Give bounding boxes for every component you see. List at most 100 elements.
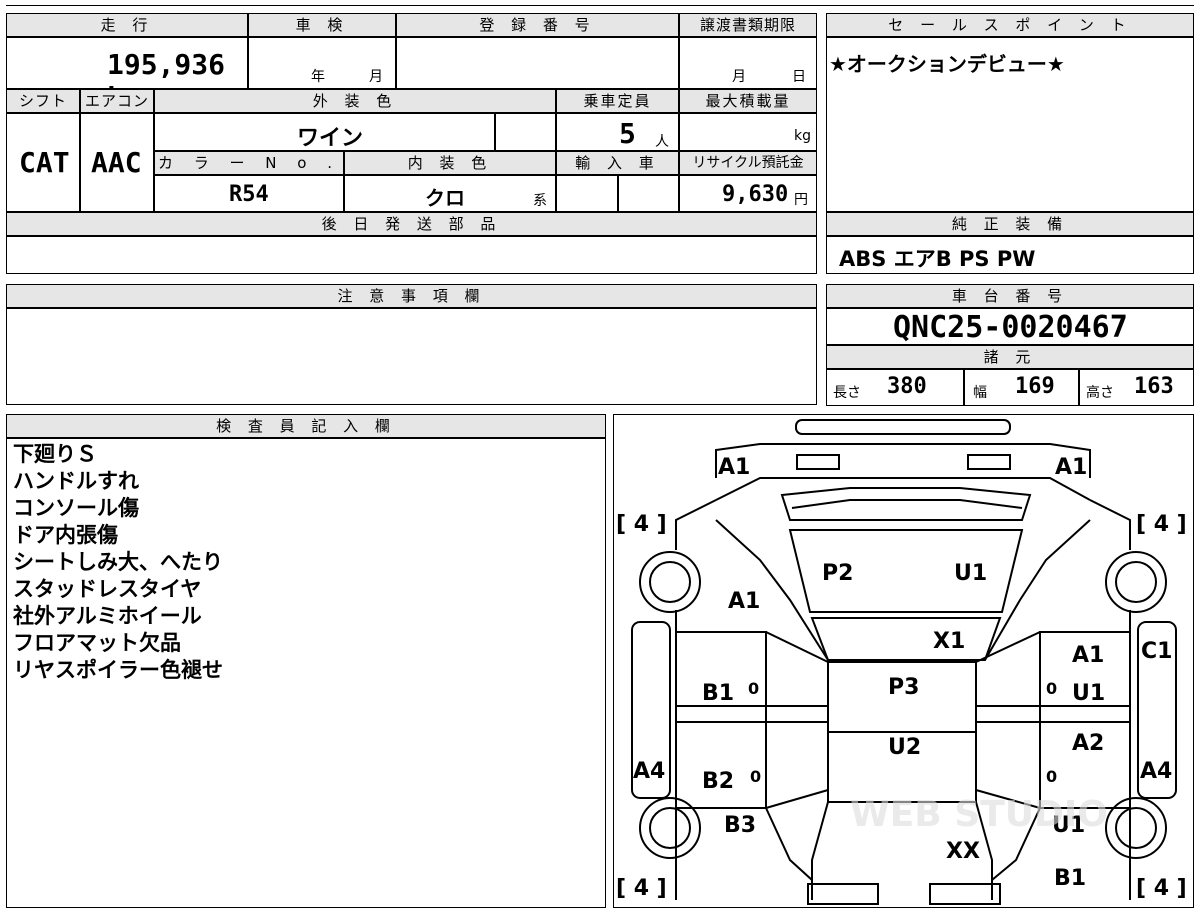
registration-header: 登 録 番 号 xyxy=(396,13,679,37)
inspector-note: コンソール傷 xyxy=(13,496,139,520)
mark-a4-left: A4 xyxy=(633,759,665,784)
width-cell: 幅 169 xyxy=(964,369,1079,406)
mark-p3: P3 xyxy=(888,675,919,700)
recycle-yen: 円 xyxy=(794,192,808,208)
recycle-header: リサイクル預託金 xyxy=(679,151,817,175)
mark-zero-l2: 0 xyxy=(750,767,761,786)
height-label: 高さ xyxy=(1086,385,1114,401)
mark-tire-fr: [ 4 ] xyxy=(1136,512,1187,537)
import-cell-left xyxy=(556,175,618,212)
aircon-value: AAC xyxy=(91,146,142,179)
mark-u1-right-door: U1 xyxy=(1072,681,1105,706)
car-diagram-panel: A1 A1 [ 4 ] [ 4 ] P2 U1 A1 X1 A1 C1 B1 P… xyxy=(613,414,1194,908)
top-cropped-strip xyxy=(6,0,1194,6)
mark-zero-r2: 0 xyxy=(1046,767,1057,786)
inspector-note: ハンドルすれ xyxy=(13,469,139,493)
exterior-color-value: ワイン xyxy=(297,126,364,151)
sales-point-header: セ ー ル ス ポ イ ン ト xyxy=(826,13,1194,37)
inspection-year: 年 xyxy=(311,69,325,85)
max-load-cell: kg xyxy=(679,113,817,151)
inspection-month: 月 xyxy=(369,69,383,85)
mark-tire-fl: [ 4 ] xyxy=(616,512,667,537)
inspector-note: 下廻りＳ xyxy=(13,442,97,466)
mark-b1-right-rear: B1 xyxy=(1054,866,1086,891)
mark-a4-right: A4 xyxy=(1140,759,1172,784)
inspector-note: 社外アルミホイール xyxy=(13,604,202,628)
inspector-header: 検 査 員 記 入 欄 xyxy=(6,414,606,438)
later-parts-cell xyxy=(6,236,817,274)
mark-b1-left: B1 xyxy=(702,681,734,706)
color-no-cell: R54 xyxy=(154,175,344,212)
shift-header: シフト xyxy=(6,89,80,113)
genuine-equipment-value: ABS エアB PS PW xyxy=(839,247,1036,271)
exterior-color-cell: ワイン xyxy=(154,113,495,151)
capacity-cell: 5 人 xyxy=(556,113,679,151)
interior-color-cell: クロ 系 xyxy=(344,175,556,212)
width-label: 幅 xyxy=(973,385,987,401)
genuine-equipment-header: 純 正 装 備 xyxy=(826,212,1194,236)
mark-zero-r1: 0 xyxy=(1046,679,1057,698)
genuine-equipment-cell: ABS エアB PS PW xyxy=(826,236,1194,274)
mark-x1: X1 xyxy=(933,629,965,654)
capacity-unit: 人 xyxy=(655,134,669,150)
mark-a2-right: A2 xyxy=(1072,731,1104,756)
inspection-header: 車 検 xyxy=(248,13,396,37)
deadline-month: 月 xyxy=(732,69,746,85)
height-value: 163 xyxy=(1134,374,1174,399)
mileage-header: 走 行 xyxy=(6,13,248,37)
mark-a1-right-door: A1 xyxy=(1072,643,1104,668)
notes-cell xyxy=(6,308,817,405)
capacity-value: 5 xyxy=(619,117,636,150)
recycle-fee-value: 9,630 xyxy=(722,182,789,207)
chassis-no-value: QNC25-0020467 xyxy=(893,310,1128,345)
width-value: 169 xyxy=(1015,374,1055,399)
later-parts-header: 後 日 発 送 部 品 xyxy=(6,212,817,236)
inspector-note: フロアマット欠品 xyxy=(13,631,181,655)
mark-a1-left-fender: A1 xyxy=(728,589,760,614)
length-cell: 長さ 380 xyxy=(826,369,964,406)
mark-b3-left: B3 xyxy=(724,813,756,838)
notes-header: 注 意 事 項 欄 xyxy=(6,284,817,308)
chassis-no-header: 車 台 番 号 xyxy=(826,284,1194,308)
mark-tire-rl: [ 4 ] xyxy=(616,876,667,901)
specs-header: 諸 元 xyxy=(826,345,1194,369)
registration-cell xyxy=(396,37,679,89)
mark-a1-front-right: A1 xyxy=(1055,455,1087,480)
max-load-header: 最大積載量 xyxy=(679,89,817,113)
mark-p2: P2 xyxy=(822,561,853,586)
deadline-day: 日 xyxy=(792,69,806,85)
inspector-note: ドア内張傷 xyxy=(13,523,118,547)
interior-color-suffix: 系 xyxy=(533,193,547,209)
mark-zero-l1: 0 xyxy=(748,679,759,698)
mark-c1-right: C1 xyxy=(1141,639,1172,664)
shift-cell: CAT xyxy=(6,113,80,212)
import-header: 輸 入 車 xyxy=(556,151,679,175)
load-unit: kg xyxy=(794,128,811,144)
recycle-cell: 9,630 円 xyxy=(679,175,817,212)
inspector-note: シートしみ大、へたり xyxy=(13,550,223,574)
mark-u2: U2 xyxy=(888,735,921,760)
sales-point-text: ★オークションデビュー★ xyxy=(829,52,1065,76)
watermark: WEB STUDIO xyxy=(850,794,1108,835)
color-no-header: カ ラ ー N o . xyxy=(154,151,344,175)
color-no-value: R54 xyxy=(229,182,269,207)
aircon-cell: AAC xyxy=(80,113,154,212)
mark-xx: XX xyxy=(946,839,980,864)
length-label: 長さ xyxy=(833,385,861,401)
interior-color-header: 内 装 色 xyxy=(344,151,556,175)
import-cell-right xyxy=(618,175,679,212)
inspector-note: リヤスポイラー色褪せ xyxy=(13,658,223,682)
deadline-cell: 月 日 xyxy=(679,37,817,89)
mark-b2-left: B2 xyxy=(702,769,734,794)
mark-tire-rr: [ 4 ] xyxy=(1136,876,1187,901)
capacity-header: 乗車定員 xyxy=(556,89,679,113)
sales-point-cell: ★オークションデビュー★ xyxy=(826,37,1194,212)
inspector-note: スタッドレスタイヤ xyxy=(13,577,202,601)
inspection-cell: 年 月 xyxy=(248,37,396,89)
interior-color-value: クロ xyxy=(425,186,465,210)
inspector-notes-cell: 下廻りＳ ハンドルすれ コンソール傷 ドア内張傷 シートしみ大、へたり スタッド… xyxy=(6,438,606,908)
exterior-color-extra-cell xyxy=(495,113,556,151)
chassis-no-cell: QNC25-0020467 xyxy=(826,308,1194,345)
mileage-cell: 195,936 km xyxy=(6,37,248,114)
car-diagram: A1 A1 [ 4 ] [ 4 ] P2 U1 A1 X1 A1 C1 B1 P… xyxy=(616,419,1187,905)
